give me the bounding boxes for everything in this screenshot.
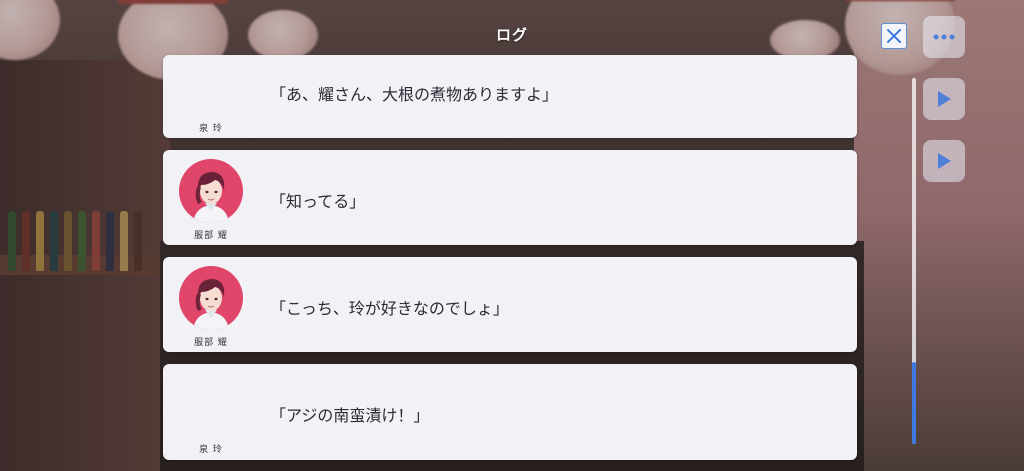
speaker-name: 泉 玲 xyxy=(199,445,223,455)
play-icon xyxy=(938,153,951,169)
log-text: 「あ、耀さん、大根の煮物ありますよ」 xyxy=(270,85,559,104)
log-entry: 「あ、耀さん、大根の煮物ありますよ」 泉 玲 xyxy=(163,55,857,138)
avatar xyxy=(179,159,243,223)
log-list[interactable]: 「あ、耀さん、大根の煮物ありますよ」 泉 玲 「知ってる」 服部 耀 「こっち、… xyxy=(163,55,857,471)
scrollbar[interactable] xyxy=(912,78,916,444)
scrollbar-thumb[interactable] xyxy=(912,362,916,444)
speaker-name: 泉 玲 xyxy=(199,124,223,134)
page-title: ログ xyxy=(495,26,528,44)
log-entry: 「アジの南蛮漬け！」 泉 玲 xyxy=(163,364,857,460)
side-menu-button[interactable] xyxy=(923,140,965,182)
log-entry: 「知ってる」 服部 耀 xyxy=(163,150,857,245)
speaker-name: 服部 耀 xyxy=(194,338,228,348)
play-icon xyxy=(938,91,951,107)
avatar xyxy=(179,266,243,330)
log-text: 「知ってる」 xyxy=(270,192,366,211)
side-menu-button[interactable] xyxy=(923,78,965,120)
speaker-name: 服部 耀 xyxy=(194,231,228,241)
side-menu-button[interactable] xyxy=(923,16,965,58)
log-text: 「アジの南蛮漬け！」 xyxy=(270,406,430,425)
close-button[interactable] xyxy=(881,23,907,49)
more-dots-icon xyxy=(933,34,955,40)
log-entry: 「こっち、玲が好きなのでしょ」 服部 耀 xyxy=(163,257,857,352)
log-text: 「こっち、玲が好きなのでしょ」 xyxy=(270,299,509,318)
close-icon xyxy=(887,29,901,43)
